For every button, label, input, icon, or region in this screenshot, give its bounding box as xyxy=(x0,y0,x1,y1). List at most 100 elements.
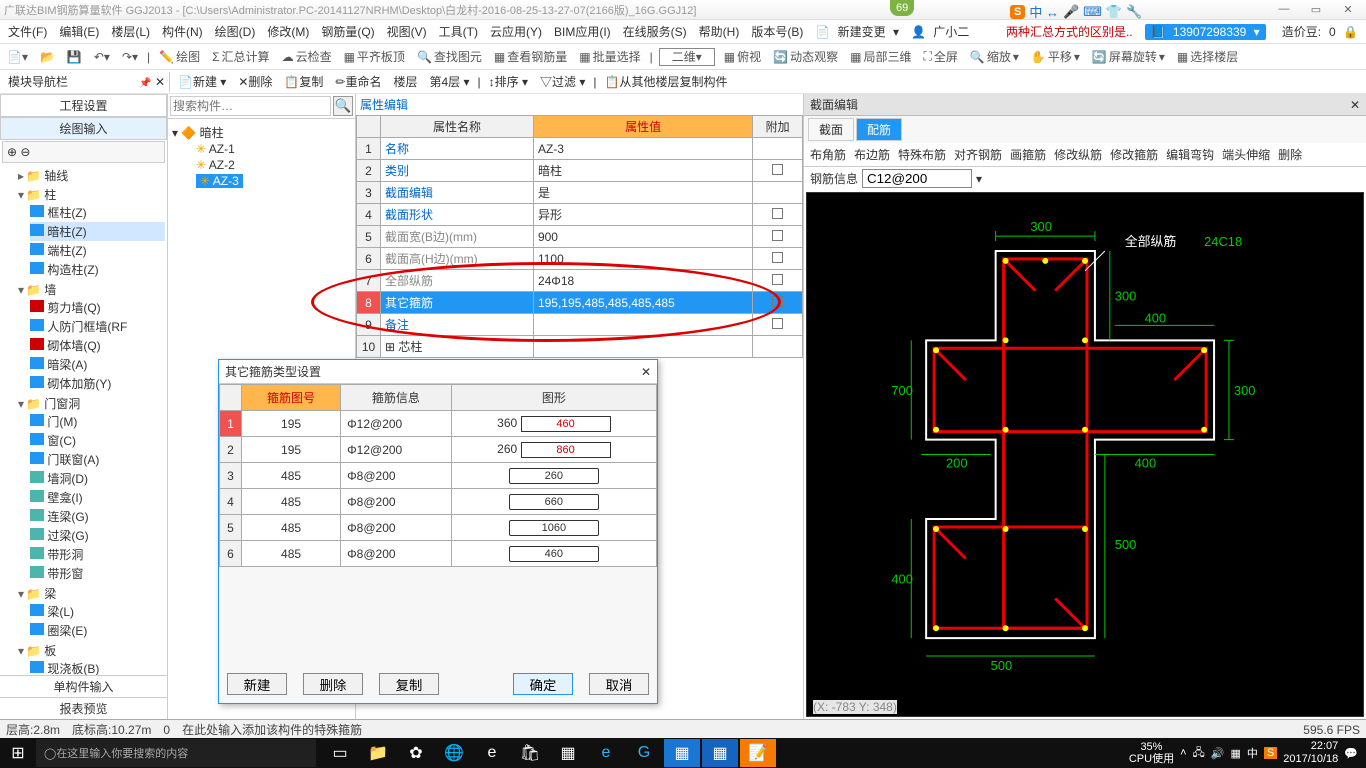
tool-align[interactable]: 对齐钢筋 xyxy=(954,146,1002,163)
screen-rotate-button[interactable]: 🔄 屏幕旋转 ▾ xyxy=(1089,48,1168,65)
floor-select[interactable]: 第4层 ▾ xyxy=(425,73,473,90)
tray-ime[interactable]: 中 xyxy=(1247,745,1258,761)
local-3d-button[interactable]: ▦ 局部三维 xyxy=(847,48,914,65)
new-button[interactable]: 📄新建 ▾ xyxy=(174,73,230,90)
sort-button[interactable]: ↕排序 ▾ xyxy=(485,73,532,90)
sum-button[interactable]: Σ 汇总计算 xyxy=(209,48,272,65)
tool-delete[interactable]: 删除 xyxy=(1278,146,1302,163)
taskbar-search[interactable]: ◯ 在这里输入你要搜索的内容 xyxy=(36,739,316,767)
app-icon[interactable]: 📝 xyxy=(740,739,776,767)
ime-mic-icon[interactable]: 🎤 xyxy=(1063,4,1079,20)
sogou-badge[interactable]: S xyxy=(1010,5,1025,19)
edge-icon[interactable]: e xyxy=(474,739,510,767)
open-icon[interactable]: 📂 xyxy=(37,50,58,64)
ime-skin-icon[interactable]: 👕 xyxy=(1106,4,1122,20)
menu-tool[interactable]: 工具(T) xyxy=(435,23,482,40)
section-close-icon[interactable]: ✕ xyxy=(1350,98,1360,112)
tool-draw-stirrup[interactable]: 画箍筋 xyxy=(1010,146,1046,163)
phone-badge[interactable]: 📘 13907298339 ▾ xyxy=(1145,24,1266,40)
menu-component[interactable]: 构件(N) xyxy=(158,23,207,40)
menu-edit[interactable]: 编辑(E) xyxy=(55,23,103,40)
app-icon[interactable]: ▦ xyxy=(702,739,738,767)
tool-edit-hook[interactable]: 编辑弯钩 xyxy=(1166,146,1214,163)
menu-file[interactable]: 文件(F) xyxy=(4,23,51,40)
app-icon[interactable]: ▦ xyxy=(550,739,586,767)
component-tree[interactable]: ▾ 🔶 暗柱 ✳ AZ-1 ✳ AZ-2 ✳ AZ-3 xyxy=(168,119,355,194)
nav-section-draw[interactable]: 绘图输入 xyxy=(0,117,167,140)
view-rebar-button[interactable]: ▦ 查看钢筋量 xyxy=(491,48,570,65)
notification-badge[interactable]: 69 xyxy=(890,0,914,16)
ime-keyboard-icon[interactable]: ⌨ xyxy=(1083,4,1102,20)
tray-notifications-icon[interactable]: 💬 xyxy=(1344,747,1358,760)
user-label[interactable]: 👤 广小二 xyxy=(907,23,977,40)
tool-corner[interactable]: 布角筋 xyxy=(810,146,846,163)
app-icon[interactable]: ▦ xyxy=(664,739,700,767)
menu-view[interactable]: 视图(V) xyxy=(383,23,431,40)
tip-link[interactable]: 两种汇总方式的区别是.. xyxy=(1002,23,1137,40)
tool-edge[interactable]: 布边筋 xyxy=(854,146,890,163)
menu-version[interactable]: 版本号(B) xyxy=(747,23,807,40)
draw-button[interactable]: ✏️绘图 xyxy=(156,48,203,65)
zoom-button[interactable]: 🔍 缩放 ▾ xyxy=(967,48,1022,65)
delete-button[interactable]: ✕删除 xyxy=(234,73,276,90)
menu-rebar[interactable]: 钢筋量(Q) xyxy=(317,23,378,40)
rename-button[interactable]: ✏重命名 xyxy=(331,73,385,90)
rebar-info-input[interactable] xyxy=(862,169,972,188)
dialog-ok-button[interactable]: 确定 xyxy=(513,673,573,695)
app-icon[interactable]: 🌐 xyxy=(436,739,472,767)
app-icon[interactable]: ✿ xyxy=(398,739,434,767)
menu-help[interactable]: 帮助(H) xyxy=(695,23,744,40)
ie-icon[interactable]: e xyxy=(588,739,624,767)
new-doc-icon[interactable]: 📄▾ xyxy=(4,50,31,64)
menu-draw[interactable]: 绘图(D) xyxy=(211,23,260,40)
fullscreen-button[interactable]: ⛶ 全屏 xyxy=(920,48,960,65)
tab-section[interactable]: 截面 xyxy=(808,118,854,141)
tool-special[interactable]: 特殊布筋 xyxy=(898,146,946,163)
ime-tool-icon[interactable]: 🔧 xyxy=(1126,4,1142,20)
menu-floor[interactable]: 楼层(L) xyxy=(107,23,154,40)
app-icon[interactable]: 📁 xyxy=(360,739,396,767)
nav-single-input[interactable]: 单构件输入 xyxy=(0,675,167,697)
filter-button[interactable]: ▽过滤 ▾ xyxy=(536,73,589,90)
dialog-delete-button[interactable]: 删除 xyxy=(303,673,363,695)
start-button[interactable]: ⊞ xyxy=(0,743,36,763)
store-icon[interactable]: 🛍 xyxy=(512,739,548,767)
tray-net-icon[interactable]: 🖧 xyxy=(1193,744,1205,763)
property-table[interactable]: 属性名称属性值附加 1名称AZ-3 2类别暗柱 3截面编辑是 4截面形状异形 5… xyxy=(356,115,803,358)
app-icon[interactable]: G xyxy=(626,739,662,767)
cloud-check-button[interactable]: ☁ 云检查 xyxy=(279,48,335,65)
top-view-button[interactable]: ▦ 俯视 xyxy=(721,48,764,65)
tray-vol-icon[interactable]: 🔊 xyxy=(1211,747,1225,760)
section-canvas[interactable]: 300 300 400 300 700 200 400 500 400 500 … xyxy=(806,192,1364,717)
search-button[interactable]: 🔍 xyxy=(333,96,353,116)
maximize-button[interactable]: ▭ xyxy=(1302,3,1330,16)
menu-online[interactable]: 在线服务(S) xyxy=(619,23,691,40)
tool-edit-stirrup[interactable]: 修改箍筋 xyxy=(1110,146,1158,163)
tray-clock[interactable]: 22:072017/10/18 xyxy=(1283,740,1338,766)
minimize-button[interactable]: — xyxy=(1270,3,1298,16)
tray-up-icon[interactable]: ˄ xyxy=(1180,747,1186,759)
stirrup-table[interactable]: 箍筋图号箍筋信息图形 1195Φ12@200360 460 2195Φ12@20… xyxy=(219,384,657,567)
level-top-button[interactable]: ▦ 平齐板顶 xyxy=(341,48,408,65)
pan-button[interactable]: ✋ 平移 ▾ xyxy=(1028,48,1083,65)
tool-edit-long[interactable]: 修改纵筋 xyxy=(1054,146,1102,163)
tray-sogou[interactable]: S xyxy=(1264,747,1277,759)
copy-button[interactable]: 📋复制 xyxy=(280,73,327,90)
redo-icon[interactable]: ↷▾ xyxy=(119,50,141,64)
save-icon[interactable]: 💾 xyxy=(64,50,85,64)
task-view-icon[interactable]: ▭ xyxy=(322,739,358,767)
nav-report-preview[interactable]: 报表预览 xyxy=(0,697,167,719)
dialog-new-button[interactable]: 新建 xyxy=(227,673,287,695)
close-button[interactable]: ✕ xyxy=(1334,3,1362,16)
tab-rebar[interactable]: 配筋 xyxy=(856,118,902,141)
new-change-button[interactable]: 📄 新建变更 ▾ xyxy=(811,23,903,40)
find-elem-button[interactable]: 🔍 查找图元 xyxy=(414,48,485,65)
pin-icon[interactable] xyxy=(139,75,151,89)
batch-select-button[interactable]: ▦ 批量选择 xyxy=(576,48,643,65)
menu-cloud[interactable]: 云应用(Y) xyxy=(486,23,546,40)
tray-icon[interactable]: ▦ xyxy=(1230,747,1240,760)
dialog-close-icon[interactable]: ✕ xyxy=(641,365,651,379)
orbit-button[interactable]: 🔄 动态观察 xyxy=(770,48,841,65)
dialog-cancel-button[interactable]: 取消 xyxy=(589,673,649,695)
menu-bim[interactable]: BIM应用(I) xyxy=(550,23,615,40)
